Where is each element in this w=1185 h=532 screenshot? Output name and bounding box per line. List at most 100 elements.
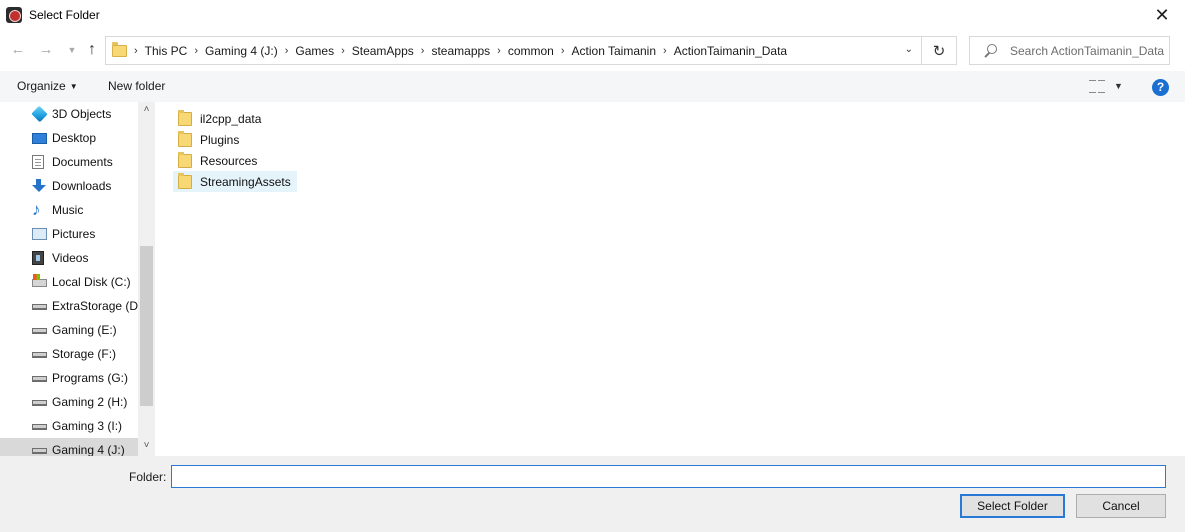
help-icon[interactable]: ? xyxy=(1152,79,1169,96)
search-input[interactable]: Search ActionTaimanin_Data xyxy=(1010,44,1164,58)
list-item[interactable]: Plugins xyxy=(173,129,245,150)
drive-icon xyxy=(32,328,47,334)
navigation-pane: 3D Objects Desktop Documents Downloads ♪… xyxy=(0,102,155,456)
file-list: il2cpp_data Plugins Resources StreamingA… xyxy=(155,102,1185,456)
nav-label: Music xyxy=(52,203,84,217)
refresh-icon[interactable]: ↻ xyxy=(922,36,957,65)
nav-item-pictures[interactable]: Pictures xyxy=(0,222,138,246)
folder-field-label: Folder: xyxy=(129,470,167,484)
nav-item-documents[interactable]: Documents xyxy=(0,150,138,174)
folder-icon xyxy=(178,109,192,126)
nav-label: Gaming 2 (H:) xyxy=(52,395,128,409)
folder-icon xyxy=(178,151,192,168)
scroll-down-icon[interactable]: ˅ xyxy=(138,440,155,454)
list-item[interactable]: il2cpp_data xyxy=(173,108,267,129)
organize-menu-button[interactable]: Organize ▼ xyxy=(17,79,78,93)
nav-item-desktop[interactable]: Desktop xyxy=(0,126,138,150)
breadcrumb-steamapps-lower[interactable]: steamapps xyxy=(431,44,490,58)
list-item[interactable]: Resources xyxy=(173,150,263,171)
nav-label: ExtraStorage (D:) xyxy=(52,299,146,313)
drive-icon xyxy=(32,376,47,382)
folder-name-input[interactable] xyxy=(171,465,1166,488)
drive-icon xyxy=(32,424,47,430)
documents-icon xyxy=(32,155,44,169)
new-folder-button[interactable]: New folder xyxy=(108,79,165,93)
select-folder-button[interactable]: Select Folder xyxy=(960,494,1065,518)
view-options-caret-icon[interactable]: ▼ xyxy=(1114,81,1123,91)
nav-label: Videos xyxy=(52,251,89,265)
nav-item-storage-f[interactable]: Storage (F:) xyxy=(0,342,138,366)
forward-arrow-icon[interactable]: → xyxy=(37,41,55,59)
nav-item-programs-g[interactable]: Programs (G:) xyxy=(0,366,138,390)
nav-item-gaming-3-i[interactable]: Gaming 3 (I:) xyxy=(0,414,138,438)
nav-label: Downloads xyxy=(52,179,112,193)
nav-item-music[interactable]: ♪ Music xyxy=(0,198,138,222)
breadcrumb-this-pc[interactable]: This PC xyxy=(145,44,188,58)
scroll-thumb[interactable] xyxy=(140,246,153,406)
breadcrumb-steamapps[interactable]: SteamApps xyxy=(352,44,414,58)
music-icon: ♪ xyxy=(32,200,41,219)
drive-icon xyxy=(32,400,47,406)
address-bar[interactable]: › This PC › Gaming 4 (J:) › Games › Stea… xyxy=(105,36,922,65)
chevron-right-icon[interactable]: › xyxy=(134,45,138,57)
nav-label: Storage (F:) xyxy=(52,347,117,361)
folder-icon xyxy=(112,41,127,57)
recent-locations-chevron-icon[interactable]: ▼ xyxy=(63,41,81,59)
breadcrumb-common[interactable]: common xyxy=(508,44,554,58)
search-box[interactable]: Search ActionTaimanin_Data xyxy=(969,36,1170,65)
cancel-button[interactable]: Cancel xyxy=(1076,494,1166,518)
nav-label: Gaming (E:) xyxy=(52,323,117,337)
breadcrumb-gaming-4[interactable]: Gaming 4 (J:) xyxy=(205,44,278,58)
nav-item-videos[interactable]: Videos xyxy=(0,246,138,270)
chevron-right-icon[interactable]: › xyxy=(341,45,345,57)
pictures-icon xyxy=(32,228,47,240)
back-arrow-icon[interactable]: ← xyxy=(9,41,27,59)
drive-icon xyxy=(32,448,47,454)
view-options-icon[interactable] xyxy=(1089,80,1105,93)
desktop-icon xyxy=(32,133,47,144)
dialog-footer: Folder: Select Folder Cancel xyxy=(0,456,1185,532)
chevron-right-icon[interactable]: › xyxy=(663,45,667,57)
file-name: il2cpp_data xyxy=(200,111,262,126)
3d-objects-icon xyxy=(31,105,48,123)
nav-item-gaming-2-h[interactable]: Gaming 2 (H:) xyxy=(0,390,138,414)
breadcrumb-action-taimanin[interactable]: Action Taimanin xyxy=(572,44,657,58)
nav-label: 3D Objects xyxy=(52,107,112,121)
chevron-right-icon[interactable]: › xyxy=(421,45,425,57)
nav-label: Pictures xyxy=(52,227,96,241)
nav-item-gaming-4-j[interactable]: Gaming 4 (J:) xyxy=(0,438,138,456)
chevron-right-icon[interactable]: › xyxy=(285,45,289,57)
nav-item-extrastorage-d[interactable]: ExtraStorage (D:) xyxy=(0,294,145,318)
folder-icon xyxy=(178,172,192,189)
breadcrumb-games[interactable]: Games xyxy=(295,44,334,58)
nav-item-gaming-e[interactable]: Gaming (E:) xyxy=(0,318,138,342)
nav-label: Gaming 3 (I:) xyxy=(52,419,123,433)
nav-scrollbar[interactable]: ˄ ˅ xyxy=(138,102,155,456)
organize-label: Organize xyxy=(17,79,66,93)
address-dropdown-icon[interactable]: ⌄ xyxy=(905,44,913,55)
file-name: Plugins xyxy=(200,132,240,147)
nav-label: Documents xyxy=(52,155,113,169)
chevron-right-icon[interactable]: › xyxy=(194,45,198,57)
window-title: Select Folder xyxy=(29,8,100,22)
list-item[interactable]: StreamingAssets xyxy=(173,171,297,192)
folder-icon xyxy=(178,130,192,147)
drive-icon xyxy=(32,304,47,310)
chevron-right-icon[interactable]: › xyxy=(561,45,565,57)
nav-item-local-disk-c[interactable]: Local Disk (C:) xyxy=(0,270,138,294)
file-name: StreamingAssets xyxy=(200,174,291,189)
chevron-right-icon[interactable]: › xyxy=(497,45,501,57)
app-icon xyxy=(6,7,22,23)
command-toolbar: Organize ▼ New folder ▼ xyxy=(0,71,1185,102)
up-arrow-icon[interactable]: ↑ xyxy=(83,41,101,59)
title-bar: Select Folder ✕ xyxy=(0,0,1185,30)
caret-down-icon: ▼ xyxy=(69,82,78,91)
nav-label: Local Disk (C:) xyxy=(52,275,131,289)
address-row: ← → ▼ ↑ › This PC › Gaming 4 (J:) › Game… xyxy=(0,30,1185,71)
close-button[interactable]: ✕ xyxy=(1139,0,1185,30)
breadcrumb-actiontaimanin-data[interactable]: ActionTaimanin_Data xyxy=(674,44,787,58)
local-disk-icon xyxy=(32,274,47,287)
nav-item-3d-objects[interactable]: 3D Objects xyxy=(0,102,138,126)
nav-item-downloads[interactable]: Downloads xyxy=(0,174,138,198)
scroll-up-icon[interactable]: ˄ xyxy=(138,104,155,118)
